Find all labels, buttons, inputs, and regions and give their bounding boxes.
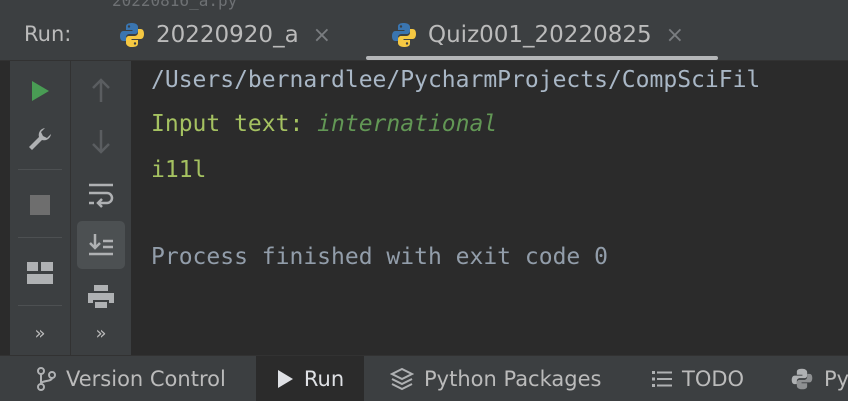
run-toolbar-left: » <box>10 61 70 355</box>
settings-button[interactable] <box>16 115 64 163</box>
stop-button[interactable] <box>16 181 64 229</box>
print-icon <box>88 285 114 310</box>
python-icon <box>791 368 813 389</box>
console-output[interactable]: /Users/bernardlee/PycharmProjects/CompSc… <box>131 61 848 355</box>
branch-icon <box>37 366 56 391</box>
run-tool-label: Run <box>303 366 345 391</box>
more-right-button[interactable]: » <box>77 309 125 357</box>
tab-quiz001-20220825[interactable]: Quiz001_20220825 × <box>390 10 684 60</box>
more-left-button[interactable]: » <box>16 309 64 357</box>
active-tab-indicator <box>366 56 718 60</box>
tab-title: 20220920_a <box>156 22 299 48</box>
soft-wrap-button[interactable] <box>77 171 125 219</box>
toolbar-separator <box>18 237 62 238</box>
python-packages-tab[interactable]: Python Packages <box>390 356 601 401</box>
layers-icon <box>390 367 414 390</box>
console-prompt-line: Input text: international <box>151 111 497 137</box>
more-icon: » <box>95 322 107 344</box>
stop-icon <box>30 195 50 215</box>
soft-wrap-icon <box>89 183 114 208</box>
rerun-button[interactable] <box>16 67 64 115</box>
tool-window-bar: Version Control Run Python Packages TODO… <box>0 355 848 401</box>
todo-tab[interactable]: TODO <box>652 356 744 401</box>
toolbar-separator <box>18 169 62 170</box>
up-arrow-icon <box>92 78 110 102</box>
version-control-label: Version Control <box>66 366 226 391</box>
close-icon[interactable]: × <box>313 23 331 48</box>
python-packages-label: Python Packages <box>424 366 602 391</box>
previous-occurrence-button[interactable] <box>77 67 125 115</box>
prompt-text: Input text: <box>151 111 318 137</box>
wrench-icon <box>29 128 51 150</box>
console-exit-line: Process finished with exit code 0 <box>151 244 608 270</box>
toolbar-separator <box>18 305 62 306</box>
scroll-to-end-button[interactable] <box>77 221 125 269</box>
run-tab-bar: Run: 20220920_a × Quiz001_20220825 × <box>0 10 848 61</box>
todo-label: TODO <box>682 366 745 391</box>
layout-icon <box>27 262 53 284</box>
close-icon[interactable]: × <box>666 23 684 48</box>
user-input-text: international <box>317 111 498 137</box>
run-icon <box>32 81 49 101</box>
list-icon <box>652 370 672 387</box>
console-result-line: i11l <box>151 157 207 183</box>
run-label: Run: <box>24 22 72 46</box>
layout-button[interactable] <box>16 249 64 297</box>
python-icon <box>120 23 144 47</box>
run-tool-tab[interactable]: Run <box>256 356 364 401</box>
run-icon <box>277 369 293 388</box>
next-occurrence-button[interactable] <box>77 117 125 165</box>
tab-20220920-a[interactable]: 20220920_a × <box>118 10 331 60</box>
top-strip: 20220816_a.py <box>0 0 848 10</box>
down-arrow-icon <box>92 130 110 154</box>
scroll-to-end-icon <box>89 234 113 256</box>
version-control-tab[interactable]: Version Control <box>36 356 226 401</box>
tab-title: Quiz001_20220825 <box>428 22 652 48</box>
python-icon <box>392 23 416 47</box>
python-console-label: Py <box>824 366 848 391</box>
top-strip-text: 20220816_a.py <box>112 0 238 10</box>
console-path-line: /Users/bernardlee/PycharmProjects/CompSc… <box>151 67 761 93</box>
run-toolbar-right: » <box>70 61 131 355</box>
more-icon: » <box>34 322 46 344</box>
python-console-tab[interactable]: Py <box>790 356 848 401</box>
